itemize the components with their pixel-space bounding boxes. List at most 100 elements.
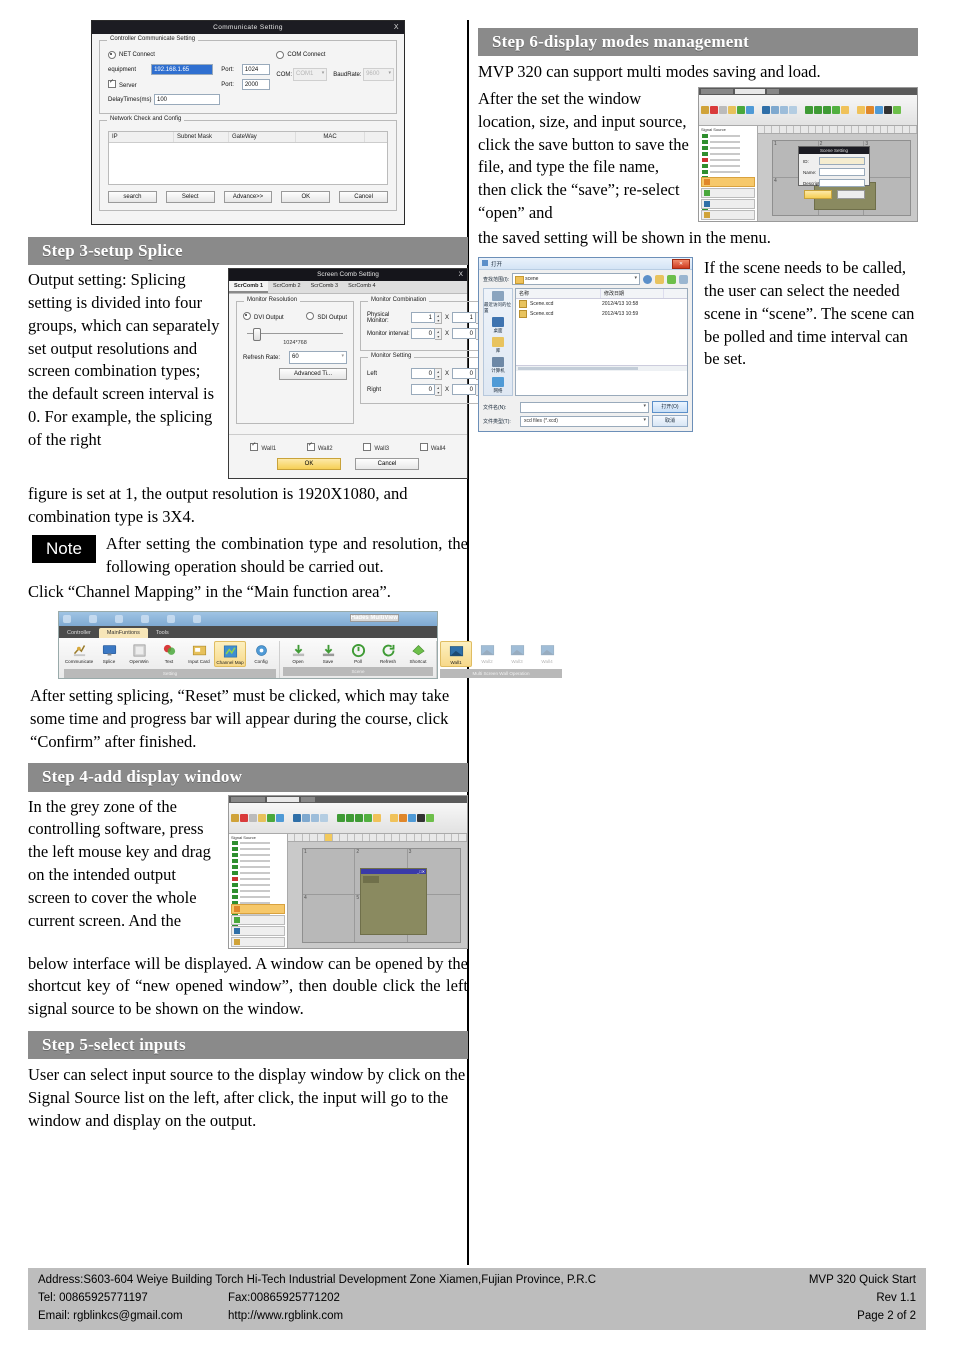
up-folder-icon[interactable] [655, 274, 664, 284]
ribbon-item-config[interactable]: Config [246, 641, 276, 667]
close-icon[interactable]: ✕ [672, 259, 690, 270]
com-port-select[interactable]: COM1 [292, 68, 328, 81]
wall4-checkbox[interactable] [419, 443, 428, 452]
ribbon-tab-controller[interactable]: Controller [59, 628, 99, 638]
delay-input[interactable]: 100 [154, 94, 220, 105]
ribbon-tab-tools[interactable]: Tools [148, 628, 177, 638]
right-x-stepper[interactable]: 0 ▴ ▾ [411, 384, 442, 397]
equipment-ip-input[interactable]: 192.168.1.65 [151, 64, 214, 75]
footer-website[interactable]: http://www.rgblink.com [198, 1308, 596, 1326]
right-y-value[interactable]: 0 [452, 384, 477, 396]
tab-scrcomb4[interactable]: ScrComb 4 [343, 281, 381, 293]
file-list-row[interactable]: Scene.xcd 2012/4/13 10:59 [516, 309, 687, 319]
advance-button[interactable]: Advance>> [223, 191, 273, 203]
physical-monitor-y-value[interactable]: 1 [452, 312, 477, 324]
advanced-timing-button[interactable]: Advanced Ti... [279, 368, 347, 381]
port-input-1[interactable]: 1024 [241, 64, 271, 75]
scene-cancel-button[interactable] [836, 190, 865, 200]
tab-scrcomb3[interactable]: ScrComb 3 [306, 281, 344, 293]
filename-input[interactable] [520, 401, 649, 413]
file-list-row[interactable]: Scene.xcd 2012/4/13 10:58 [516, 299, 687, 309]
ribbon-item-poll[interactable]: Poll [343, 641, 373, 665]
cancel-button[interactable]: 取消 [652, 415, 688, 428]
view-mode-icon[interactable] [679, 274, 688, 284]
ok-button[interactable]: OK [281, 191, 331, 203]
ribbon-item-text[interactable]: Text [154, 641, 184, 667]
ribbon-item-channel-map[interactable]: Channel Map [214, 641, 246, 668]
signal-source-panel[interactable]: Signal Source [699, 126, 758, 222]
place-computer[interactable]: 计算机 [484, 355, 512, 375]
physical-monitor-x-value[interactable]: 1 [411, 312, 435, 324]
select-button[interactable]: Select [165, 191, 215, 203]
ribbon-item-wall2[interactable]: Wall2 [472, 641, 502, 667]
net-connect-radio[interactable] [108, 51, 116, 59]
ribbon-item-wall1[interactable]: Wall1 [440, 641, 472, 668]
scomb-cancel-button[interactable]: Cancel [355, 458, 419, 471]
sidebtn-signal-source[interactable] [701, 177, 755, 188]
tab-scrcomb1[interactable]: ScrComb 1 [229, 281, 269, 294]
sidebtn-window-device[interactable] [231, 925, 285, 936]
lookin-select[interactable]: scene [512, 273, 640, 286]
display-window[interactable]: _□✕ [360, 867, 427, 935]
sidebtn-signal-source[interactable] [231, 903, 285, 914]
ribbon-item-save[interactable]: Save [313, 641, 343, 665]
place-library[interactable]: 库 [484, 335, 512, 355]
physical-monitor-x-stepper[interactable]: 1 ▴ ▾ [411, 312, 442, 325]
ribbon-item-wall3[interactable]: Wall3 [502, 641, 532, 667]
baudrate-select[interactable]: 9600 [363, 68, 394, 81]
screen-canvas[interactable]: 1 2 3 4 5 6 Scene Setting ID: Name: [758, 126, 917, 222]
place-recent[interactable]: 最近访问的位置 [484, 289, 512, 315]
horizontal-scrollbar[interactable] [516, 365, 687, 372]
slider-knob[interactable] [253, 328, 261, 342]
scomb-ok-button[interactable]: OK [277, 458, 341, 471]
sidebtn-monitor-input-list[interactable] [231, 936, 285, 947]
wall3-checkbox[interactable] [363, 443, 372, 452]
server-checkbox[interactable] [108, 78, 116, 88]
resolution-slider[interactable] [247, 328, 343, 342]
ribbon-item-refresh[interactable]: Refresh [373, 641, 403, 665]
ribbon-item-splice[interactable]: Splice [94, 641, 124, 667]
monitor-interval-y-value[interactable]: 0 [452, 328, 477, 340]
scene-name-input[interactable] [819, 168, 865, 177]
ribbon-item-shortcut[interactable]: Shortcut [403, 641, 433, 665]
cancel-button[interactable]: Cancel [339, 191, 388, 203]
sidebtn-monitor-input-list[interactable] [701, 210, 755, 221]
close-icon[interactable]: X [394, 21, 399, 34]
place-desktop[interactable]: 桌面 [484, 315, 512, 335]
left-x-stepper[interactable]: 0 ▴ ▾ [411, 368, 442, 381]
left-y-value[interactable]: 0 [452, 368, 477, 380]
scene-id-input[interactable] [819, 157, 865, 166]
scene-description-input[interactable] [819, 179, 865, 188]
back-icon[interactable] [643, 274, 652, 284]
sdi-output-radio[interactable] [306, 312, 315, 321]
sidebtn-screen-zone[interactable] [231, 914, 285, 925]
close-icon[interactable]: X [459, 269, 463, 281]
file-list[interactable]: 名称 修改日期 Scene.xcd 2012/4/13 10:58 Scene.… [515, 288, 688, 397]
screen-canvas[interactable]: 1 2 3 4 5 6 _□✕ [288, 833, 467, 948]
right-x-value[interactable]: 0 [411, 384, 435, 396]
ribbon-tab-mainfuntions[interactable]: MainFuntions [98, 628, 148, 639]
ribbon-item-open[interactable]: Open [283, 641, 313, 665]
sidebtn-window-device[interactable] [701, 199, 755, 210]
signal-source-panel[interactable]: Signal Source [229, 833, 288, 948]
ribbon-item-wall4[interactable]: Wall4 [532, 641, 562, 667]
scene-setting-dialog[interactable]: Scene Setting ID: Name: Description: [798, 146, 870, 200]
com-connect-radio[interactable] [276, 51, 285, 59]
tab-scrcomb2[interactable]: ScrComb 2 [268, 281, 306, 293]
open-button[interactable]: 打开(O) [652, 401, 688, 414]
ribbon-item-communicate[interactable]: Communicate [64, 641, 94, 667]
wall1-checkbox[interactable] [250, 441, 259, 452]
filetype-select[interactable]: xcd files (*.xcd) [520, 415, 649, 427]
search-button[interactable]: search [108, 191, 157, 203]
scene-ok-button[interactable] [803, 190, 832, 200]
ribbon-item-input-card[interactable]: Input Card [184, 641, 214, 667]
wall2-checkbox[interactable] [306, 441, 315, 452]
new-folder-icon[interactable] [667, 274, 676, 284]
monitor-interval-x-value[interactable]: 0 [411, 328, 435, 340]
place-network[interactable]: 网络 [484, 375, 512, 395]
left-x-value[interactable]: 0 [411, 368, 435, 380]
sidebtn-screen-zone[interactable] [701, 188, 755, 199]
dvi-output-radio[interactable] [243, 312, 251, 321]
port-input-2[interactable]: 2000 [241, 79, 271, 90]
monitor-interval-x-stepper[interactable]: 0 ▴ ▾ [411, 328, 442, 341]
